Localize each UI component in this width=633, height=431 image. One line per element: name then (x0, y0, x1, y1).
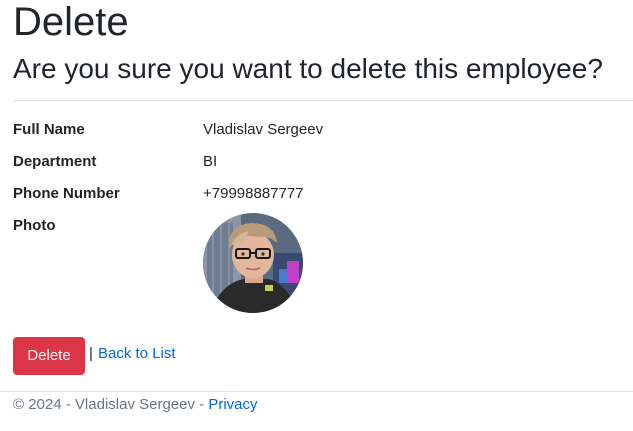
divider (13, 100, 633, 101)
page-subtitle: Are you sure you want to delete this emp… (13, 53, 603, 84)
delete-button[interactable]: Delete (13, 337, 85, 375)
photo-label: Photo (13, 217, 56, 234)
footer: © 2024 - Vladislav Sergeev - Privacy (13, 395, 258, 415)
privacy-link[interactable]: Privacy (208, 396, 257, 413)
footer-copyright: © 2024 - Vladislav Sergeev - (13, 396, 209, 413)
department-label: Department (13, 153, 97, 170)
employee-photo (203, 213, 303, 313)
phone-number-value: +79998887777 (203, 185, 304, 202)
back-to-list-link[interactable]: Back to List (98, 344, 176, 364)
action-separator: | (89, 345, 93, 362)
full-name-value: Vladislav Sergeev (203, 121, 324, 138)
footer-divider (0, 391, 633, 392)
phone-number-label: Phone Number (13, 185, 120, 202)
department-value: BI (203, 153, 218, 170)
full-name-label: Full Name (13, 121, 85, 138)
page-title: Delete (13, 0, 129, 44)
